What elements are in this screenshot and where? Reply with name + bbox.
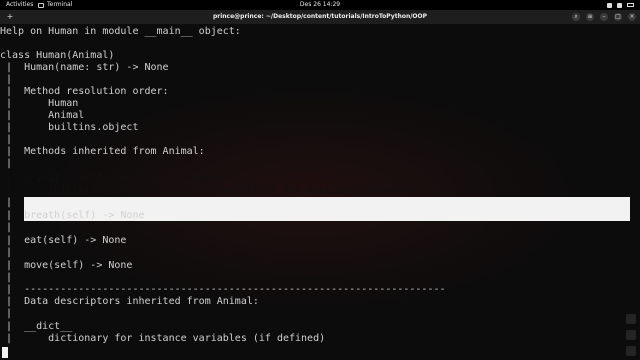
text-cursor <box>2 347 8 358</box>
init-method-line: | __init__(self, name: str) -> None <box>0 173 223 184</box>
mro-heading: | Method resolution order: <box>0 86 169 97</box>
spacer-line: | <box>0 134 13 145</box>
search-icon[interactable]: ⌕ <box>572 13 580 21</box>
spacer-line: | <box>0 272 13 283</box>
eat-method-line: | eat(self) -> None <box>0 235 127 246</box>
dict-attribute-line: | __dict__ <box>0 321 73 332</box>
desktop-icon[interactable] <box>626 314 636 324</box>
init-doc-line: | Initialize self. See help(type(self)) … <box>0 185 422 196</box>
clock[interactable]: Des 26 14:29 <box>0 0 640 10</box>
separator-line: | --------------------------------------… <box>0 284 446 295</box>
close-icon[interactable]: × <box>628 13 636 21</box>
spacer-line: | <box>0 197 13 208</box>
minimize-icon[interactable]: – <box>600 13 608 21</box>
mro-item: | Human <box>0 98 79 109</box>
system-tray[interactable] <box>607 0 634 10</box>
window-title: prince@prince: ~/Desktop/content/tutoria… <box>212 13 428 20</box>
spacer-line: | <box>0 308 13 319</box>
window-controls: ⌕ ≡ – □ × <box>572 10 636 24</box>
class-signature: class Human(Animal) <box>0 50 115 61</box>
maximize-icon[interactable]: □ <box>614 13 622 21</box>
dict-doc-line: | dictionary for instance variables (if … <box>0 333 326 344</box>
spacer-line: | <box>0 74 13 85</box>
network-icon <box>607 2 612 8</box>
mro-item: | builtins.object <box>0 122 139 133</box>
breath-method-line: | breath(self) -> None <box>0 210 145 221</box>
methods-heading: | Methods inherited from Animal: <box>0 146 205 157</box>
desktop-icon[interactable] <box>626 346 636 356</box>
terminal-output[interactable]: Help on Human in module __main__ object:… <box>0 24 640 360</box>
move-method-line: | move(self) -> None <box>0 260 133 271</box>
mro-item: | Animal <box>0 110 85 121</box>
battery-icon <box>627 3 634 7</box>
menu-icon[interactable]: ≡ <box>586 13 594 21</box>
system-top-bar: Activities Terminal Des 26 14:29 <box>0 0 640 10</box>
spacer-line: | <box>0 222 13 233</box>
volume-icon <box>617 2 622 8</box>
help-header: Help on Human in module __main__ object: <box>0 26 241 37</box>
spacer-line: | <box>0 247 13 258</box>
descriptors-heading: | Data descriptors inherited from Animal… <box>0 296 259 307</box>
terminal-titlebar: + prince@prince: ~/Desktop/content/tutor… <box>0 10 640 24</box>
spacer-line: | <box>0 158 13 169</box>
constructor-line: | Human(name: str) -> None <box>0 62 169 73</box>
desktop-icon[interactable] <box>626 330 636 340</box>
desktop-side-icons <box>626 314 636 356</box>
